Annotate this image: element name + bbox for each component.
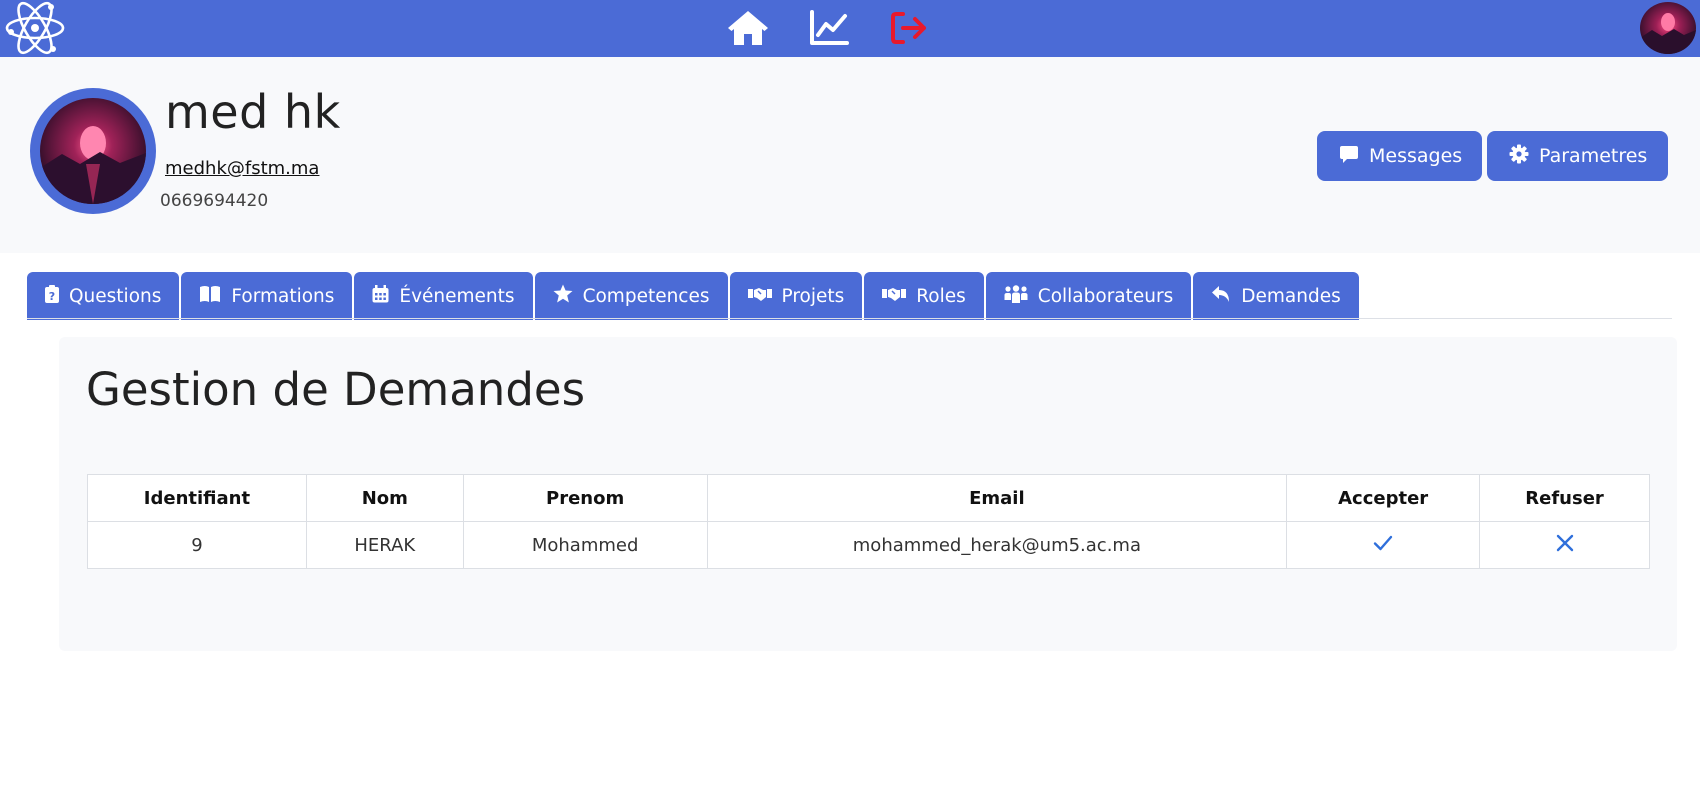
tab-competences-label: Competences	[582, 285, 710, 307]
clipboard-question-icon: ?	[45, 284, 59, 308]
tab-collaborateurs[interactable]: Collaborateurs	[985, 272, 1192, 320]
tab-formations[interactable]: Formations	[181, 272, 353, 320]
column-header-refuser: Refuser	[1479, 474, 1650, 522]
messages-button-label: Messages	[1369, 145, 1463, 167]
settings-button-label: Parametres	[1539, 145, 1648, 167]
tab-competences[interactable]: Competences	[534, 272, 728, 320]
column-header-email: Email	[706, 474, 1288, 522]
tab-questions-label: Questions	[69, 285, 162, 307]
column-header-identifiant: Identifiant	[87, 474, 307, 522]
cell-refuser	[1479, 521, 1650, 569]
user-email-link[interactable]: medhk@fstm.ma	[165, 158, 319, 179]
table-header-row: Identifiant Nom Prenom Email Accepter Re…	[87, 474, 1650, 522]
people-group-icon	[1004, 284, 1028, 308]
comment-icon	[1339, 144, 1359, 169]
svg-text:?: ?	[49, 290, 55, 303]
tab-demandes-label: Demandes	[1241, 285, 1341, 307]
cell-prenom: Mohammed	[462, 521, 708, 569]
calendar-icon	[372, 284, 389, 308]
atom-logo-icon[interactable]	[4, 1, 66, 55]
messages-button[interactable]: Messages	[1317, 131, 1482, 181]
reply-icon	[1211, 285, 1231, 308]
book-open-icon	[199, 285, 221, 308]
handshake-icon	[747, 286, 772, 307]
user-avatar[interactable]	[1640, 2, 1696, 54]
profile-header: med hk medhk@fstm.ma 0669694420 Messages	[0, 57, 1700, 253]
x-icon[interactable]	[1556, 534, 1574, 552]
settings-button[interactable]: Parametres	[1487, 131, 1668, 181]
cell-email: mohammed_herak@um5.ac.ma	[706, 521, 1288, 569]
home-icon[interactable]	[725, 6, 771, 50]
logout-icon[interactable]	[886, 6, 932, 50]
column-header-nom: Nom	[305, 474, 464, 522]
handshake-icon	[882, 286, 907, 307]
tab-projets-label: Projets	[781, 285, 845, 307]
cell-nom: HERAK	[305, 521, 464, 569]
section-tabs: ? Questions Formations Événements Compet…	[27, 272, 1361, 320]
tab-evenements-label: Événements	[399, 285, 515, 307]
check-icon[interactable]	[1373, 535, 1393, 551]
tab-collaborateurs-label: Collaborateurs	[1037, 285, 1174, 307]
tab-questions[interactable]: ? Questions	[27, 272, 180, 320]
tab-roles-label: Roles	[916, 285, 966, 307]
cell-accepter	[1286, 521, 1481, 569]
tab-formations-label: Formations	[231, 285, 335, 307]
cell-identifiant: 9	[87, 521, 307, 569]
user-name: med hk	[165, 85, 341, 139]
profile-avatar	[30, 88, 156, 214]
gear-icon	[1509, 144, 1529, 169]
demandes-table: Identifiant Nom Prenom Email Accepter Re…	[87, 474, 1650, 569]
user-phone: 0669694420	[160, 191, 269, 211]
tab-projets[interactable]: Projets	[729, 272, 863, 320]
tab-demandes[interactable]: Demandes	[1193, 272, 1359, 320]
tab-roles[interactable]: Roles	[864, 272, 984, 320]
star-icon	[553, 284, 573, 308]
page-title: Gestion de Demandes	[86, 363, 586, 416]
table-row: 9 HERAK Mohammed mohammed_herak@um5.ac.m…	[87, 521, 1650, 569]
chart-line-icon[interactable]	[806, 6, 852, 50]
column-header-accepter: Accepter	[1286, 474, 1481, 522]
top-navbar	[0, 0, 1700, 57]
column-header-prenom: Prenom	[462, 474, 708, 522]
tab-evenements[interactable]: Événements	[354, 272, 533, 320]
tab-divider	[27, 318, 1672, 319]
